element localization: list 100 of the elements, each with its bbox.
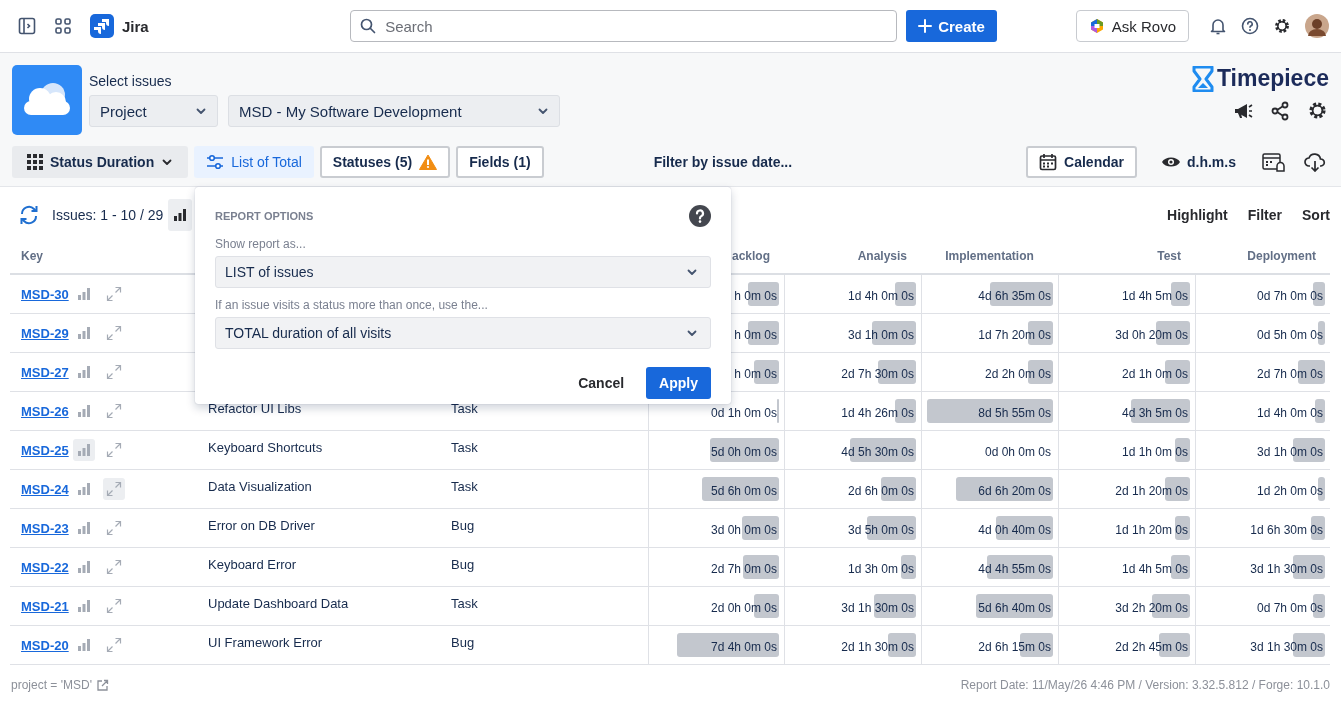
ask-rovo-button[interactable]: Ask Rovo (1075, 10, 1189, 42)
app-grid-icon[interactable] (54, 17, 72, 35)
toolbar-button[interactable]: Fields (1) (456, 146, 544, 178)
toolbar-button[interactable]: Statuses (5) (319, 146, 451, 178)
expand-icon[interactable] (105, 325, 122, 341)
duration-value: 4d 5h 30m 0s (841, 443, 914, 459)
search-icon (360, 18, 377, 34)
calendar-alert-icon[interactable] (1262, 152, 1286, 172)
expand-icon[interactable] (105, 598, 122, 614)
duration-value: 3d 0h 0m 0s (710, 521, 777, 537)
avatar-icon[interactable] (1305, 14, 1329, 38)
issue-key-link[interactable]: MSD-22 (21, 559, 69, 575)
duration-value: 3d 2h 20m 0s (1115, 599, 1188, 615)
issue-key-link[interactable]: MSD-26 (21, 403, 69, 419)
duration-value: 2d 1h 0m 0s (1121, 365, 1188, 381)
expand-icon[interactable] (105, 520, 122, 536)
select-field[interactable]: LIST of issues (215, 256, 711, 288)
duration-value: 2d 7h 0m 0s (1256, 365, 1323, 381)
time-format-toggle[interactable]: d.h.m.s (1161, 154, 1236, 170)
help-icon[interactable] (1241, 17, 1259, 35)
select-field[interactable]: TOTAL duration of all visits (215, 317, 711, 349)
table-cell-text: Keyboard Shortcuts (207, 439, 324, 457)
issue-key-link[interactable]: MSD-30 (21, 286, 69, 302)
sidebar-toggle-icon[interactable] (18, 17, 36, 35)
column-header: acklog (731, 249, 771, 263)
cloud-download-icon[interactable] (1304, 152, 1326, 172)
duration-value: 1d 1h 20m 0s (1115, 521, 1188, 537)
refresh-icon[interactable] (18, 204, 40, 226)
table-cell-text: UI Framework Error (207, 634, 324, 652)
issue-key-link[interactable]: MSD-24 (21, 481, 69, 497)
calendar-button[interactable]: Calendar (1026, 146, 1137, 178)
cancel-button[interactable]: Cancel (572, 367, 631, 399)
duration-value: 3d 1h 30m 0s (841, 599, 914, 615)
issue-key-link[interactable]: MSD-29 (21, 325, 69, 341)
external-link-icon[interactable] (95, 678, 109, 692)
duration-value: 0d 7h 0m 0s (1256, 287, 1323, 303)
report-info: Report Date: 11/May/26 4:46 PM / Version: 3.32.5.812 / Forge: 10.1.0 (960, 678, 1330, 692)
duration-value: 4d 3h 5m 0s (1121, 404, 1188, 420)
issue-key-link[interactable]: MSD-21 (21, 598, 69, 614)
toolbar-button[interactable]: List of Total (194, 146, 314, 178)
table-cell-text: Data Visualization (207, 478, 313, 496)
expand-icon[interactable] (105, 364, 122, 380)
field-label: If an issue visits a status more than once, use the... (215, 298, 489, 312)
duration-value: 1d 4h 5m 0s (1121, 287, 1188, 303)
duration-value: 4d 6h 35m 0s (978, 287, 1051, 303)
apply-button[interactable]: Apply (646, 367, 711, 399)
column-header: Implementation (944, 249, 1035, 263)
duration-value: 3d 1h 30m 0s (1250, 638, 1323, 654)
duration-value: 5d 6h 40m 0s (978, 599, 1051, 615)
issue-source-dropdown[interactable]: MSD - My Software Development (228, 95, 560, 127)
notifications-icon[interactable] (1209, 17, 1227, 35)
settings-icon[interactable] (1273, 17, 1291, 35)
brand-name: Timepiece (1216, 65, 1329, 92)
duration-value: 3d 5h 0m 0s (847, 521, 914, 537)
filter-type-dropdown[interactable]: Project (89, 95, 218, 127)
issue-key-link[interactable]: MSD-27 (21, 364, 69, 380)
issue-key-link[interactable]: MSD-20 (21, 637, 69, 653)
help-icon[interactable] (689, 205, 711, 227)
chart-toggle-button[interactable] (168, 199, 193, 231)
duration-value: 4d 4h 55m 0s (978, 560, 1051, 576)
duration-value: 0d 7h 0m 0s (1256, 599, 1323, 615)
search-field[interactable]: Search (350, 10, 898, 42)
toolbar-button[interactable]: Status Duration (12, 146, 189, 178)
duration-value: 6d 6h 20m 0s (978, 482, 1051, 498)
expand-icon[interactable] (105, 403, 122, 419)
jira-logo-icon (90, 14, 114, 38)
calendar-icon (1039, 153, 1058, 171)
toolbar-link[interactable]: Highlight (1157, 207, 1238, 223)
duration-value: 7d 4h 0m 0s (710, 638, 777, 654)
share-icon[interactable] (1270, 100, 1290, 121)
filter-by-date-link[interactable]: Filter by issue date... (549, 154, 1021, 170)
issue-key-link[interactable]: MSD-23 (21, 520, 69, 536)
table-cell-text: Keyboard Error (207, 556, 298, 574)
issue-key-link[interactable]: MSD-25 (21, 442, 69, 458)
create-button[interactable]: Create (906, 10, 997, 42)
duration-value: h 0m 0s (734, 365, 777, 381)
bar-chart-icon[interactable] (173, 208, 188, 222)
hourglass-logo-icon (1191, 65, 1214, 92)
toolbar-link[interactable]: Sort (1292, 207, 1330, 223)
table-cell-text: Task (450, 595, 479, 613)
duration-value: 3d 1h 0m 0s (1256, 443, 1323, 459)
duration-value: 1d 7h 20m 0s (978, 326, 1051, 342)
duration-value: 2d 7h 30m 0s (841, 365, 914, 381)
toolbar-link[interactable]: Filter (1237, 207, 1292, 223)
duration-value: 1d 1h 0m 0s (1121, 443, 1188, 459)
warning-icon (419, 154, 438, 170)
table-cell-text: Task (450, 400, 479, 418)
expand-icon[interactable] (105, 637, 122, 653)
issue-count: Issues: 1 - 10 / 29 (52, 207, 164, 223)
expand-icon[interactable] (105, 559, 122, 575)
table-cell-text: Bug (450, 517, 476, 535)
table-cell-text: Update Dashboard Data (207, 595, 350, 613)
expand-icon[interactable] (105, 442, 122, 458)
duration-value: 2d 0h 0m 0s (710, 599, 777, 615)
duration-value: 3d 1h 0m 0s (847, 326, 914, 342)
expand-icon[interactable] (105, 286, 122, 302)
sliders-icon (206, 154, 225, 170)
settings-icon[interactable] (1307, 100, 1328, 121)
query-text: project = 'MSD' (11, 678, 92, 692)
duration-value: 8d 5h 55m 0s (978, 404, 1051, 420)
